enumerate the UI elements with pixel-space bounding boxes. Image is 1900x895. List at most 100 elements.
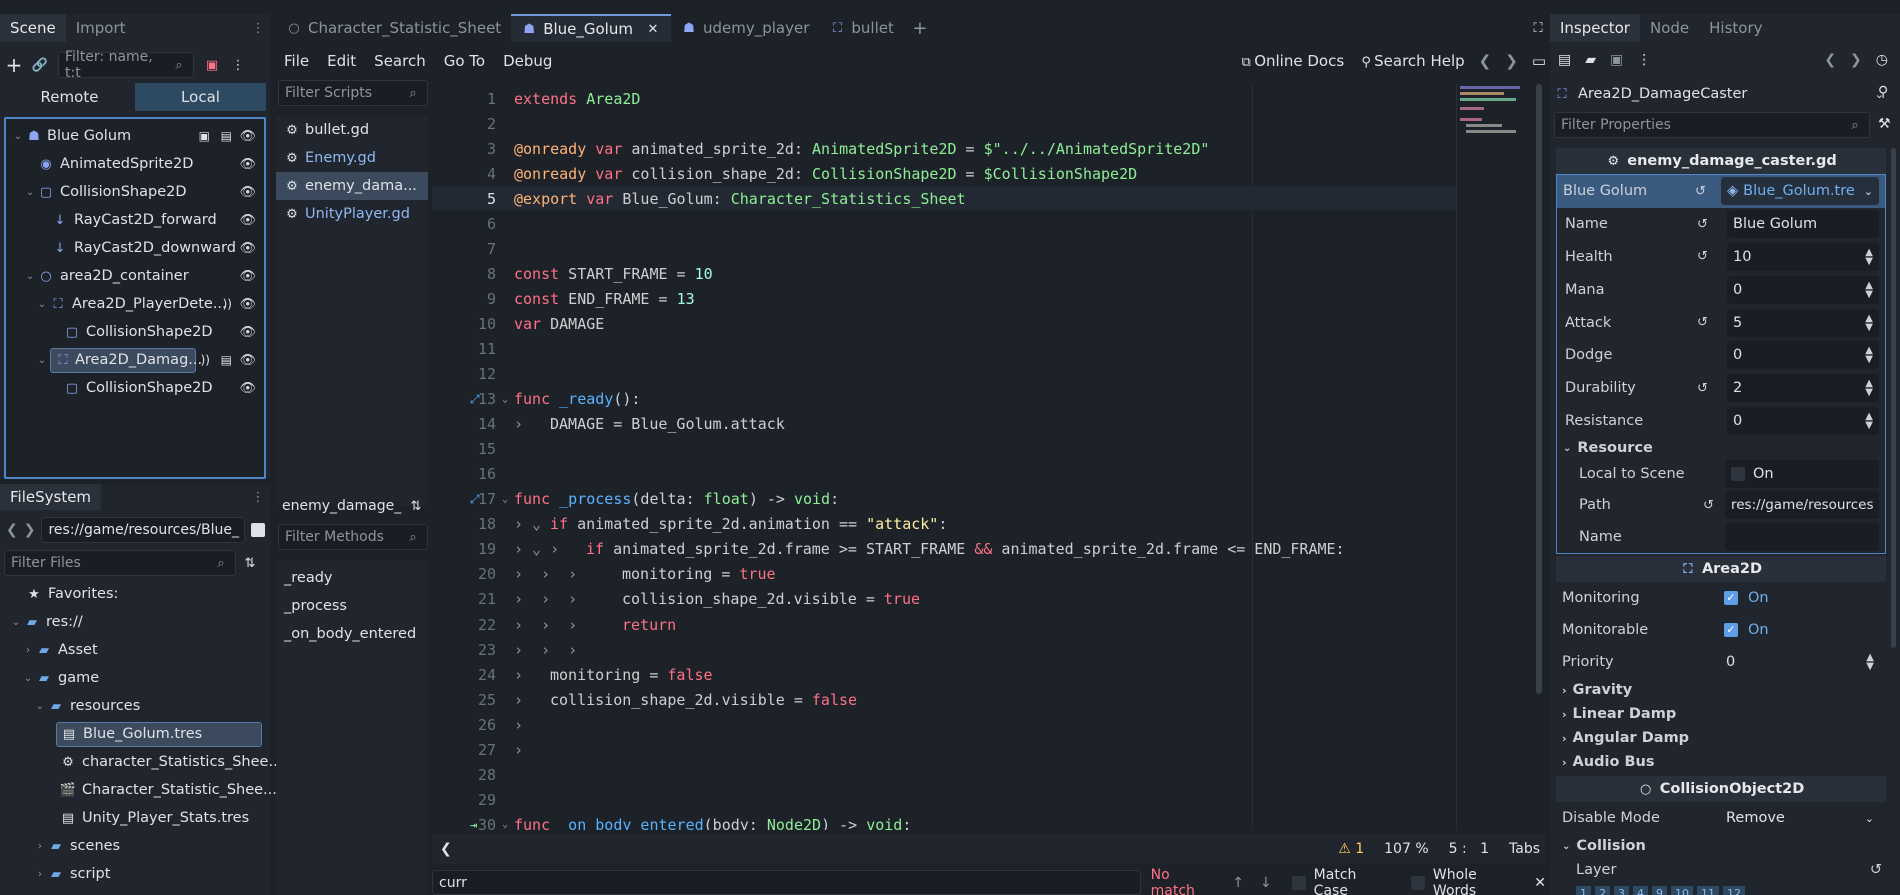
revert-icon[interactable]: ↺ [1697,249,1708,264]
object-history-icon[interactable]: ◷ [1876,52,1888,68]
folder-row[interactable]: › ▰ Asset [0,636,270,664]
number-spinbox[interactable]: 5 ▲ ▼ [1727,308,1879,337]
connection-icon[interactable]: ⤢ [470,392,480,407]
tab-bullet[interactable]: ⛶ bullet [819,14,903,42]
angular-damp-group[interactable]: › Angular Damp [1556,726,1886,750]
file-row[interactable]: ▤ Unity_Player_Stats.tres [0,804,270,832]
chevron-down-icon[interactable]: ⌄ [1864,185,1873,198]
object-settings-icon[interactable]: ⚲ [1878,84,1888,100]
spin-arrows-icon[interactable]: ▲ ▼ [1865,346,1873,365]
spin-arrows-icon[interactable]: ▲ ▼ [1865,280,1873,299]
tree-node-selected[interactable]: ⌄ ⛶ Area2D_Damag... )) ▤ 👁 [6,346,264,374]
visibility-eye-icon[interactable]: 👁 [239,185,256,200]
find-input[interactable]: curr [432,870,1141,895]
script-item-selected[interactable]: ⚙ enemy_dama... [276,172,428,200]
gravity-group[interactable]: › Gravity [1556,678,1886,702]
stat-property[interactable]: Health ↺ 10 ▲ ▼ [1557,241,1885,274]
layer-cell[interactable]: 11 [1697,886,1719,895]
search-help-button[interactable]: ⚲ Search Help [1358,52,1464,71]
tab-scene[interactable]: Scene [0,14,66,42]
menu-goto[interactable]: Go To [444,52,485,70]
code-editor[interactable]: 1 extends Area2D 2 3 @onready var animated… [432,84,1546,830]
script-attach-icon[interactable]: ▣ [204,57,220,73]
tree-node[interactable]: ↓ RayCast2D_forward 👁 [6,206,264,234]
sort-icon[interactable]: ⇅ [242,555,258,571]
file-row[interactable]: 🎬 Character_Statistic_Shee... [0,776,277,804]
history-back-icon[interactable]: ❮ [1824,52,1836,68]
menu-debug[interactable]: Debug [503,52,552,70]
layer-cell[interactable]: 2 [1595,886,1610,895]
folder-row[interactable]: › ▰ script [0,860,270,888]
menu-file[interactable]: File [284,52,309,70]
monitoring-checkbox[interactable]: ✓ [1724,591,1738,606]
close-icon[interactable]: ✕ [645,21,661,37]
collision-object-section-header[interactable]: ○ CollisionObject2D [1556,776,1886,803]
fullscreen-icon[interactable]: ⛶ [1530,20,1546,36]
monitorable-checkbox[interactable]: ✓ [1724,623,1738,638]
tab-history[interactable]: History [1699,14,1772,42]
menu-search[interactable]: Search [374,52,426,70]
signal-connection-icon[interactable]: ⇥ [470,818,477,830]
revert-icon[interactable]: ↺ [1695,184,1706,199]
signal-icon[interactable]: )) [223,297,232,311]
text-field[interactable] [1725,523,1879,552]
folder-row[interactable]: ⌄ ▰ resources [0,692,270,720]
spin-arrows-icon[interactable]: ▲ ▼ [1866,653,1874,672]
tree-node[interactable]: ↓ RayCast2D_downward 👁 [6,234,264,262]
stat-property[interactable]: Dodge 0 ▲ ▼ [1557,339,1885,372]
find-prev-icon[interactable]: ↑ [1232,875,1244,891]
spin-arrows-icon[interactable]: ▲ ▼ [1865,411,1873,430]
revert-icon[interactable]: ↺ [1697,217,1708,232]
visibility-eye-icon[interactable]: 👁 [239,269,256,284]
add-node-icon[interactable]: + [6,53,23,77]
resource-name-property[interactable]: Name [1557,521,1885,553]
prev-script-icon[interactable]: ❮ [1479,52,1492,70]
sort-icon[interactable]: ⇅ [408,498,424,514]
dock-menu-icon[interactable]: ⋮ [250,20,266,36]
blue-golum-property[interactable]: Blue Golum ↺ ◈ Blue_Golum.tre ⌄ [1557,175,1885,208]
linear-damp-group[interactable]: › Linear Damp [1556,702,1886,726]
scene-instance-icon[interactable]: ▣ [199,129,210,143]
folder-row[interactable]: ⌄ ▰ res:// [0,608,270,636]
stat-property[interactable]: Resistance 0 ▲ ▼ [1557,405,1885,438]
method-item[interactable]: _on_body_entered [276,620,428,648]
open-folder-icon[interactable]: ▰ [1585,52,1596,68]
tab-import[interactable]: Import [66,14,136,42]
remote-button[interactable]: Remote [4,83,135,111]
layout-toggle-icon[interactable] [251,523,266,537]
tree-node[interactable]: ⌄ ☗ Blue Golum ▣ ▤ 👁 [6,122,264,150]
monitorable-property[interactable]: Monitorable ✓ On [1556,614,1886,646]
tab-blue-golum[interactable]: ☗ Blue_Golum ✕ [511,14,671,42]
filter-files-input[interactable]: Filter Files ⌕ [4,550,236,576]
tab-node[interactable]: Node [1640,14,1699,42]
local-to-scene-checkbox[interactable] [1731,467,1745,482]
layer-cell[interactable]: 4 [1633,886,1648,895]
visibility-eye-icon[interactable]: 👁 [239,353,256,368]
toggle-panel-icon[interactable]: ▭ [1532,52,1546,70]
number-spinbox[interactable]: 0 ▲ ▼ [1720,648,1880,676]
file-row[interactable]: ⚙ character_Statistics_Shee... [0,748,282,776]
disable-mode-property[interactable]: Disable Mode Remove ⌄ [1556,802,1886,834]
priority-property[interactable]: Priority 0 ▲ ▼ [1556,646,1886,678]
new-resource-icon[interactable]: ▤ [1558,52,1571,68]
audio-bus-group[interactable]: › Audio Bus [1556,750,1886,774]
tree-node[interactable]: ▢ CollisionShape2D 👁 [6,374,264,402]
script-item[interactable]: ⚙ Enemy.gd [276,144,428,172]
local-button[interactable]: Local [135,83,266,111]
stat-property[interactable]: Mana 0 ▲ ▼ [1557,273,1885,306]
visibility-eye-icon[interactable]: 👁 [239,325,256,340]
number-spinbox[interactable]: 0 ▲ ▼ [1727,341,1879,370]
close-find-icon[interactable]: ✕ [1534,875,1546,891]
collapse-icon[interactable]: ❮ [440,841,452,857]
stat-property[interactable]: Attack ↺ 5 ▲ ▼ [1557,306,1885,339]
whole-words-checkbox[interactable] [1410,875,1425,890]
add-tab-icon[interactable]: + [912,18,928,39]
method-item[interactable]: _ready [276,564,428,592]
layer-grid[interactable]: 1 2 3 4 9 10 11 12 [1556,886,1886,895]
folder-row[interactable]: › ▰ scenes [0,832,270,860]
save-icon[interactable]: ▣ [1610,52,1623,68]
collision-group[interactable]: ⌄ Collision [1556,834,1886,858]
visibility-eye-icon[interactable]: 👁 [239,157,256,172]
resource-picker[interactable]: ◈ Blue_Golum.tre ⌄ [1721,177,1879,206]
area2d-section-header[interactable]: ⛶ Area2D [1556,556,1886,583]
